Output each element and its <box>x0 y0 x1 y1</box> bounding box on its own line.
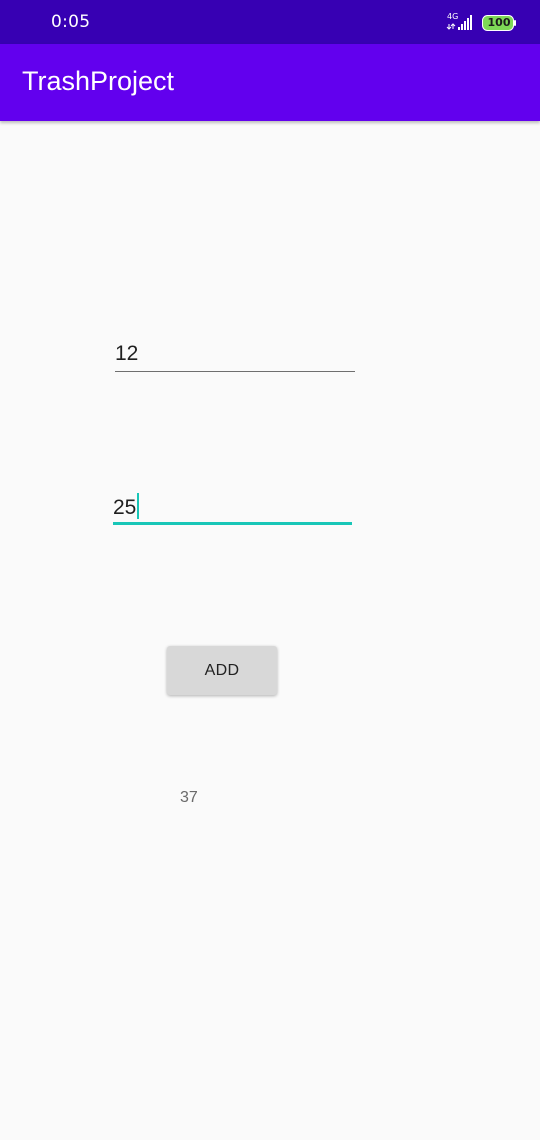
second-number-wrapper: 25 <box>113 493 140 520</box>
signal-icon <box>446 15 472 30</box>
first-number-input[interactable]: 12 <box>115 340 355 372</box>
second-number-value: 25 <box>113 496 137 519</box>
result-text: 37 <box>180 789 198 806</box>
battery-level: 100 <box>487 16 511 29</box>
add-button[interactable]: ADD <box>167 646 277 695</box>
second-number-input[interactable]: 25 <box>113 491 352 525</box>
first-number-value: 12 <box>115 342 139 365</box>
status-bar: 0:05 4G 100 <box>0 0 540 44</box>
text-cursor <box>137 493 140 519</box>
app-title: TrashProject <box>22 66 175 96</box>
status-time: 0:05 <box>51 12 91 32</box>
app-bar: TrashProject <box>0 44 540 121</box>
